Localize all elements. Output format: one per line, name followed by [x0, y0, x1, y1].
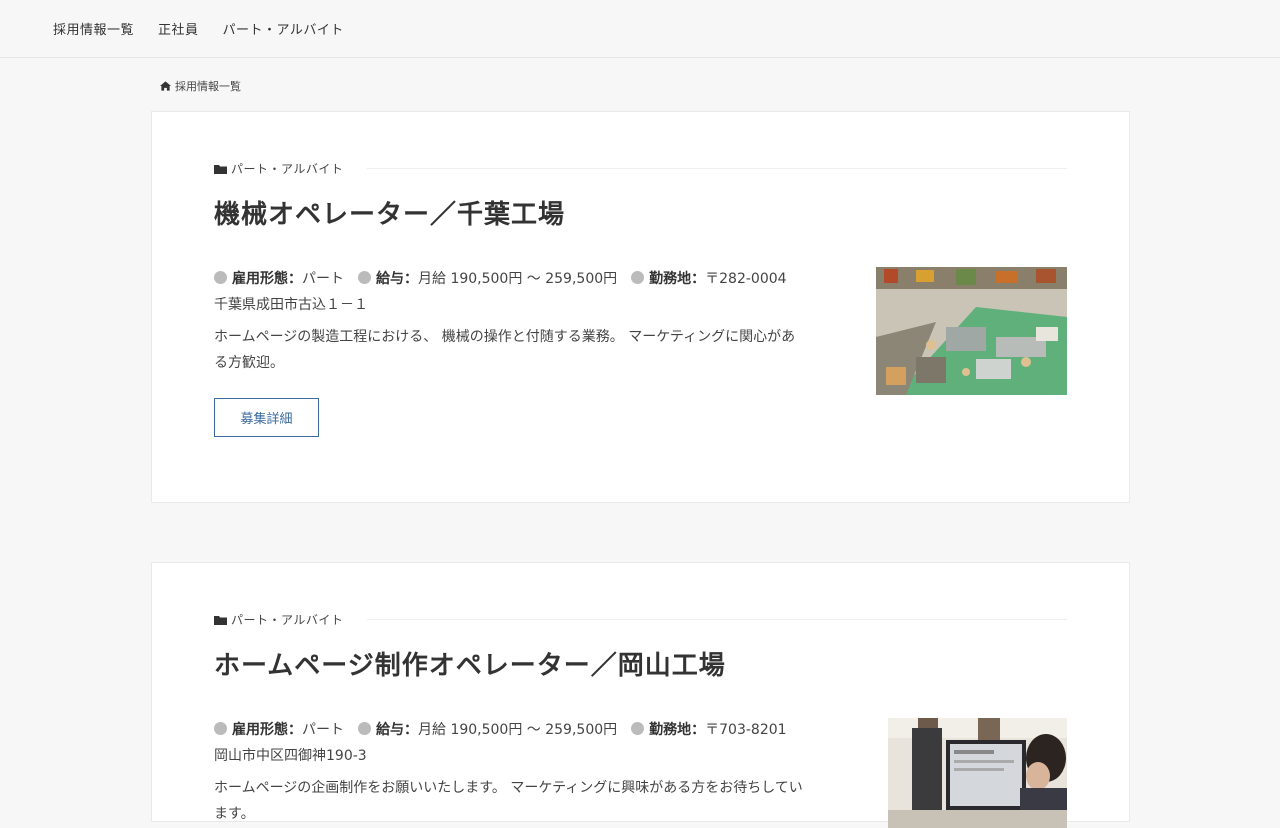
office-photo[interactable] [888, 718, 1067, 828]
job-card: パート・アルバイト 機械オペレーター／千葉工場 雇用形態：パート 給与：月給 19… [151, 111, 1130, 503]
salary-value: 月給 190,500円 〜 259,500円 [418, 722, 618, 738]
breadcrumb-link[interactable]: 採用情報一覧 [175, 78, 241, 94]
nav-item-job-list[interactable]: 採用情報一覧 [53, 19, 134, 38]
job-title[interactable]: 機械オペレーター／千葉工場 [214, 194, 565, 231]
location-label: 勤務地： [649, 271, 706, 287]
bullet-icon [631, 722, 645, 735]
nav-item-part-time[interactable]: パート・アルバイト [223, 19, 344, 38]
bullet-icon [214, 722, 227, 735]
folder-icon [214, 164, 227, 174]
salary-label: 給与： [376, 271, 418, 287]
employment-value: パート [302, 722, 344, 738]
category-link[interactable]: パート・アルバイト [231, 611, 343, 628]
factory-photo[interactable] [876, 267, 1067, 395]
salary-label: 給与： [376, 722, 418, 738]
home-icon [160, 81, 171, 91]
job-card: パート・アルバイト ホームページ制作オペレーター／岡山工場 雇用形態：パート 給与… [151, 562, 1130, 828]
job-meta: 雇用形態：パート 給与：月給 190,500円 〜 259,500円 勤務地：〒28… [214, 266, 804, 318]
breadcrumb: 採用情報一覧 [160, 78, 241, 94]
bullet-icon [358, 271, 371, 284]
job-category: パート・アルバイト [214, 611, 1067, 628]
bullet-icon [631, 271, 645, 284]
nav-item-full-time[interactable]: 正社員 [158, 19, 199, 38]
job-category: パート・アルバイト [214, 160, 1067, 177]
job-description: ホームページの製造工程における、 機械の操作と付随する業務。 マーケティングに関… [214, 329, 796, 371]
category-divider [367, 619, 1067, 620]
employment-label: 雇用形態： [232, 722, 302, 738]
employment-label: 雇用形態： [232, 271, 302, 287]
category-link[interactable]: パート・アルバイト [231, 160, 343, 177]
bullet-icon [358, 722, 371, 735]
job-meta: 雇用形態：パート 給与：月給 190,500円 〜 259,500円 勤務地：〒70… [214, 717, 804, 769]
job-title[interactable]: ホームページ制作オペレーター／岡山工場 [214, 645, 726, 682]
bullet-icon [214, 271, 227, 284]
folder-icon [214, 615, 227, 625]
salary-value: 月給 190,500円 〜 259,500円 [418, 271, 618, 287]
job-detail-button[interactable]: 募集詳細 [214, 398, 319, 437]
job-description: ホームページの企画制作をお願いいたします。 マーケティングに興味がある方をお待ち… [214, 780, 803, 822]
employment-value: パート [302, 271, 344, 287]
category-divider [367, 168, 1067, 169]
location-label: 勤務地： [649, 722, 706, 738]
top-navigation: 採用情報一覧 正社員 パート・アルバイト [0, 0, 1280, 58]
